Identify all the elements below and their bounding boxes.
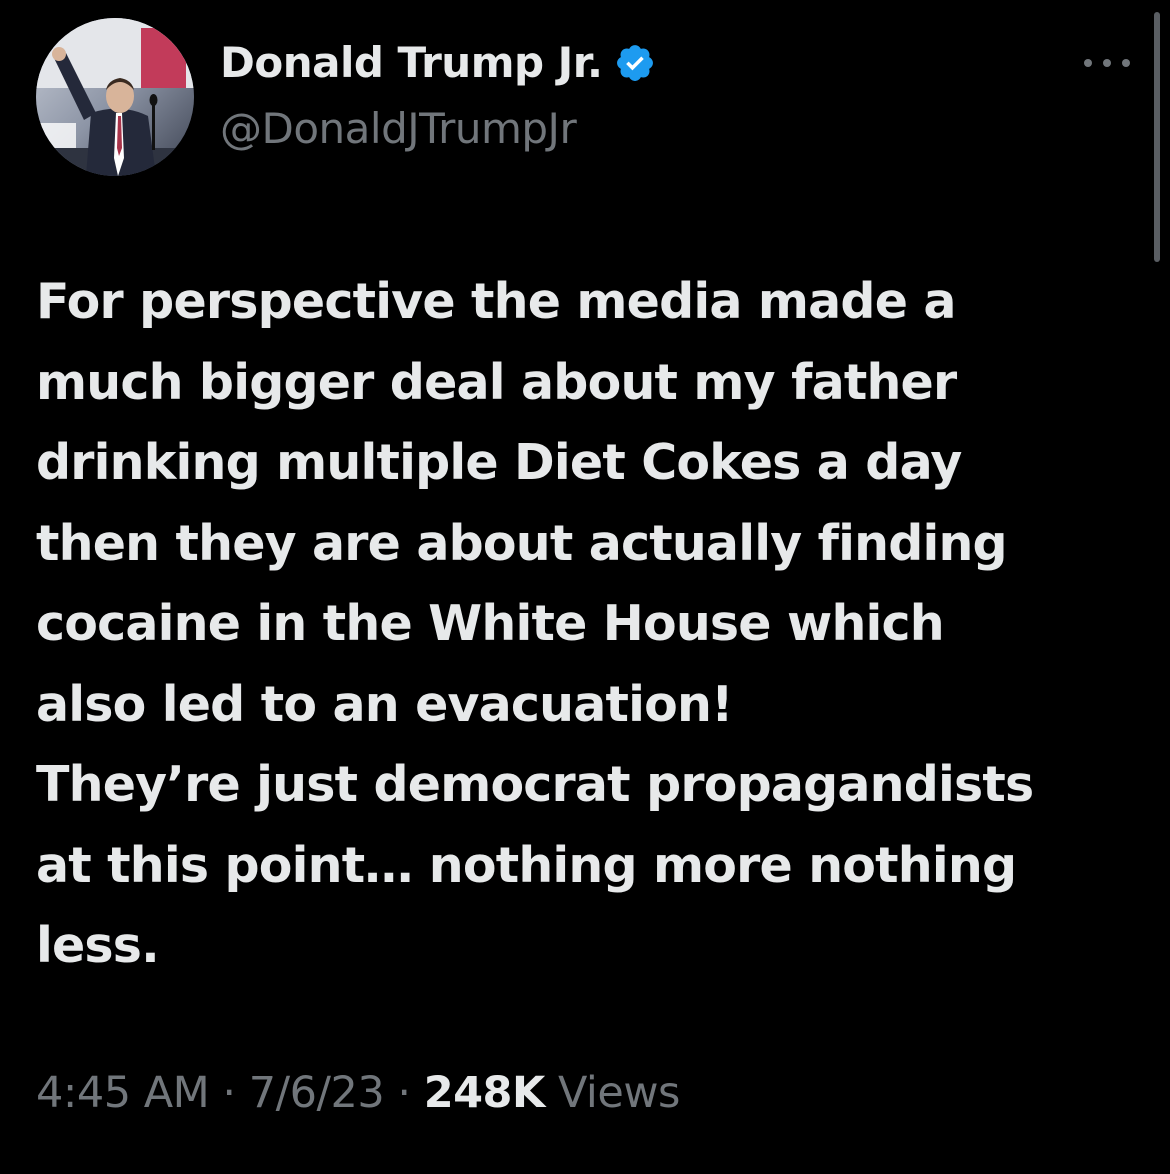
more-dot [1084,59,1092,67]
author-name-row[interactable]: Donald Trump Jr. [220,38,656,87]
more-dot [1122,59,1130,67]
more-dot [1103,59,1111,67]
tweet-time[interactable]: 4:45 AM [36,1068,210,1118]
tweet-meta: 4:45 AM · 7/6/23 · 248K Views [36,1068,680,1118]
meta-separator: · [397,1068,411,1118]
views-count: 248K [423,1068,546,1118]
tweet-date[interactable]: 7/6/23 [249,1068,385,1118]
avatar-photo-icon [36,18,194,176]
display-name[interactable]: Donald Trump Jr. [220,38,603,87]
meta-separator: · [222,1068,236,1118]
tweet-text: For perspective the media made a much bi… [36,273,1034,974]
scrollbar[interactable] [1154,12,1160,262]
views-label: Views [557,1068,680,1118]
tweet: Donald Trump Jr. @DonaldJTrumpJr For per… [0,0,1170,1174]
more-options-icon[interactable] [1084,48,1130,78]
avatar[interactable] [36,18,194,176]
author-handle[interactable]: @DonaldJTrumpJr [220,104,577,153]
verified-badge-icon[interactable] [614,42,656,84]
